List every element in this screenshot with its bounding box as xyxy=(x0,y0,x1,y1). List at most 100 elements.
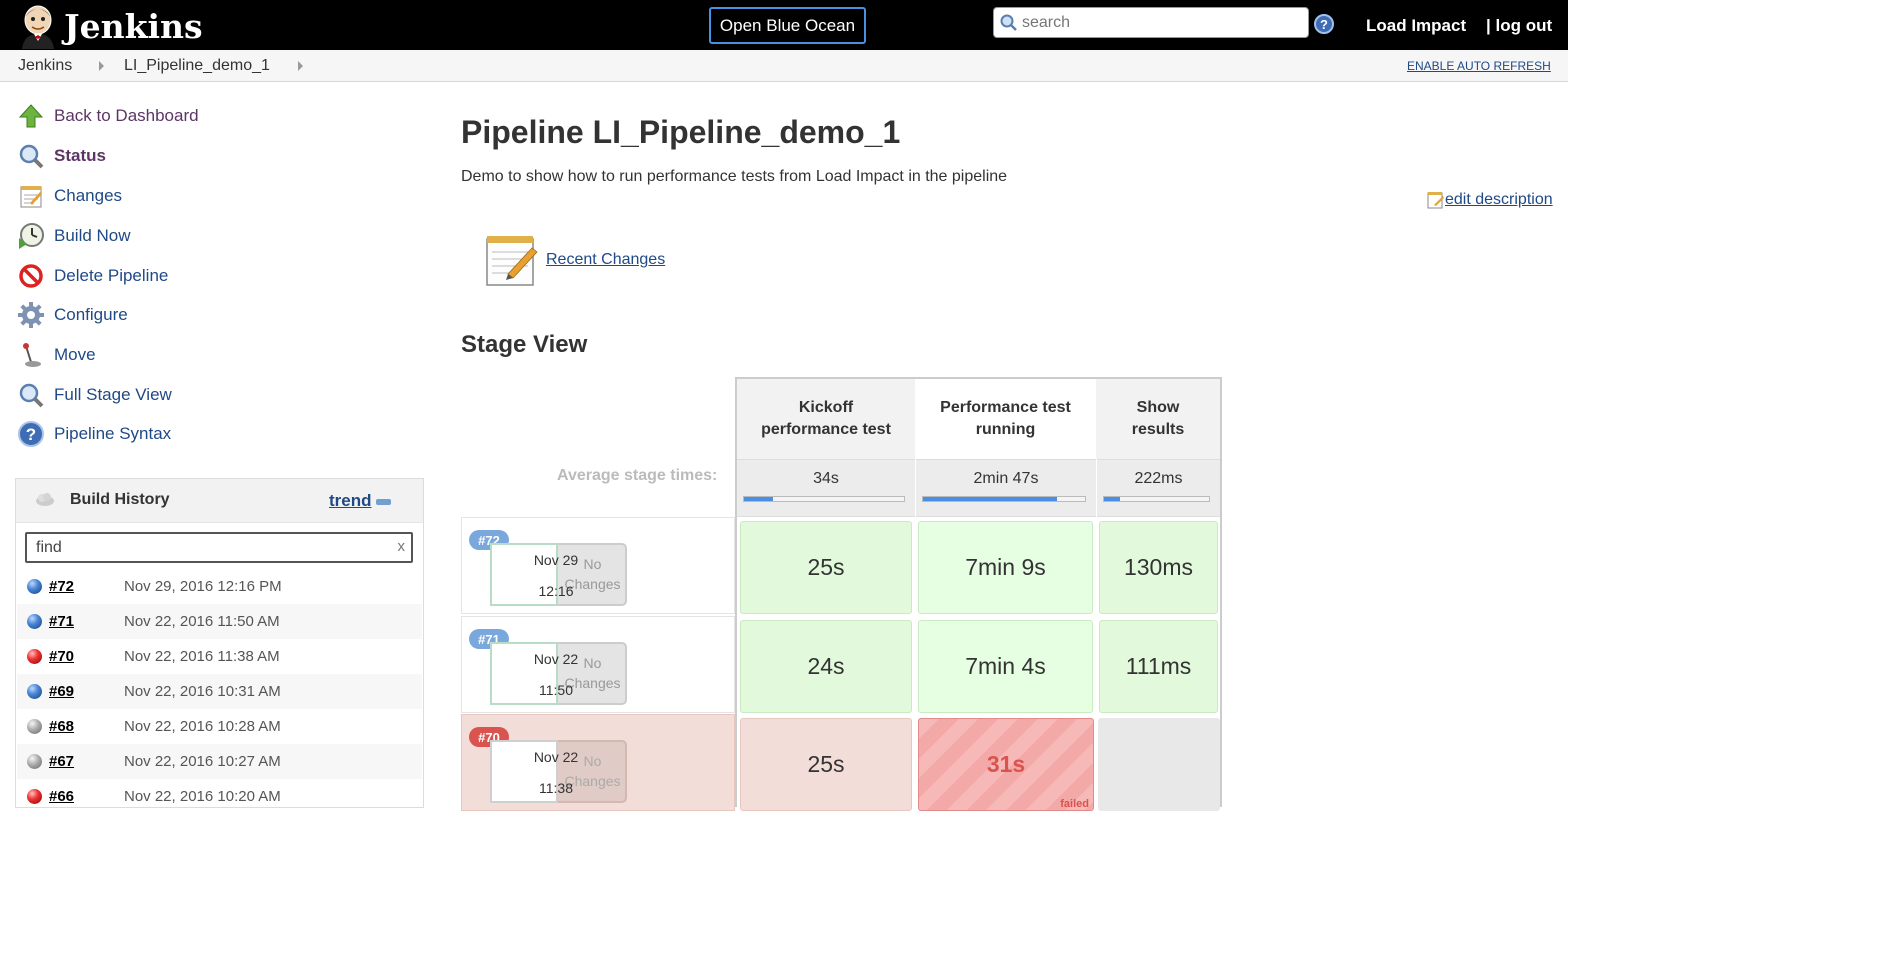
build-number-link[interactable]: #66 xyxy=(49,788,74,805)
build-date: Nov 22, 2016 10:20 AM xyxy=(124,788,281,805)
task-label[interactable]: Status xyxy=(54,146,106,166)
build-date-box: Nov 22 11:50 xyxy=(490,642,578,705)
trend-link[interactable]: trend xyxy=(329,491,372,511)
clear-find-icon[interactable]: x xyxy=(398,538,406,555)
build-date-box: Nov 29 12:16 xyxy=(490,543,578,606)
build-number-link[interactable]: #68 xyxy=(49,718,74,735)
failed-label: failed xyxy=(1060,798,1089,810)
task-configure[interactable]: Configure xyxy=(16,300,128,330)
build-history-row: #72 Nov 29, 2016 12:16 PM xyxy=(17,569,422,604)
task-label[interactable]: Build Now xyxy=(54,226,131,246)
page-title: Pipeline LI_Pipeline_demo_1 xyxy=(461,114,901,150)
build-date: Nov 22, 2016 11:38 AM xyxy=(124,648,280,665)
task-back-to-dashboard[interactable]: Back to Dashboard xyxy=(16,101,199,131)
task-label[interactable]: Configure xyxy=(54,305,128,325)
stage-cell-success[interactable]: 130ms xyxy=(1099,521,1218,614)
task-label[interactable]: Changes xyxy=(54,186,122,206)
stage-cell-time: 31s xyxy=(986,751,1026,777)
task-build-now[interactable]: Build Now xyxy=(16,221,131,251)
build-status-blue-icon[interactable] xyxy=(27,684,42,699)
stage-name-line1: Show xyxy=(1136,399,1180,416)
task-label[interactable]: Pipeline Syntax xyxy=(54,424,171,444)
stage-name-line2: results xyxy=(1131,421,1185,438)
find-placeholder: find xyxy=(36,538,62,556)
stage-cell-success[interactable]: 111ms xyxy=(1099,620,1218,713)
stage-header-kickoff: Kickoff performance test xyxy=(737,379,915,459)
search-box[interactable] xyxy=(993,7,1309,38)
task-label[interactable]: Full Stage View xyxy=(54,385,172,405)
task-move[interactable]: Move xyxy=(16,340,96,370)
breadcrumb-jenkins[interactable]: Jenkins xyxy=(18,57,72,75)
task-label[interactable]: Back to Dashboard xyxy=(54,106,199,126)
build-date: Nov 22, 2016 10:28 AM xyxy=(124,718,281,735)
task-label[interactable]: Move xyxy=(54,345,96,365)
avg-progress-bar xyxy=(743,496,905,502)
task-changes[interactable]: Changes xyxy=(16,181,122,211)
build-number-link[interactable]: #71 xyxy=(49,613,74,630)
edit-description-label[interactable]: edit description xyxy=(1445,191,1553,209)
clock-icon xyxy=(16,221,46,251)
build-date: Nov 22, 2016 11:50 AM xyxy=(124,613,280,630)
svg-text:?: ? xyxy=(26,425,36,444)
build-status-grey-icon[interactable] xyxy=(27,719,42,734)
avg-progress-fill xyxy=(1104,497,1120,501)
stage-name-line2: running xyxy=(975,421,1036,438)
help-icon[interactable]: ? xyxy=(1314,14,1334,34)
stage-view-title: Stage View xyxy=(461,331,588,358)
top-header: Jenkins Open Blue Ocean ? Load Impact | … xyxy=(0,0,1568,50)
breadcrumb: Jenkins LI_Pipeline_demo_1 ENABLE AUTO R… xyxy=(0,50,1568,82)
avg-progress-fill xyxy=(923,497,1058,501)
user-link[interactable]: Load Impact xyxy=(1366,16,1466,36)
task-delete-pipeline[interactable]: Delete Pipeline xyxy=(16,261,168,291)
build-history-row: #67 Nov 22, 2016 10:27 AM xyxy=(17,744,422,779)
stage-cell-success[interactable]: 25s xyxy=(740,521,912,614)
build-time: 11:38 xyxy=(539,780,573,796)
task-label[interactable]: Delete Pipeline xyxy=(54,266,168,286)
stage-build-row-70[interactable]: #70 Nov 22 11:38 No Changes xyxy=(461,714,735,811)
stage-cell-success[interactable]: 25s xyxy=(740,718,912,811)
breadcrumb-pipeline[interactable]: LI_Pipeline_demo_1 xyxy=(124,57,270,75)
task-status[interactable]: Status xyxy=(16,141,106,171)
build-number-link[interactable]: #67 xyxy=(49,753,74,770)
recent-changes-link[interactable]: Recent Changes xyxy=(484,232,665,288)
search-input[interactable] xyxy=(1022,13,1292,32)
avg-progress-fill xyxy=(744,497,773,501)
build-status-blue-icon[interactable] xyxy=(27,579,42,594)
build-status-red-icon[interactable] xyxy=(27,789,42,804)
build-history-row: #68 Nov 22, 2016 10:28 AM xyxy=(17,709,422,744)
open-blue-ocean-button[interactable]: Open Blue Ocean xyxy=(709,7,866,44)
logout-link[interactable]: | log out xyxy=(1486,16,1552,36)
build-number-link[interactable]: #70 xyxy=(49,648,74,665)
jenkins-butler-icon xyxy=(22,5,54,49)
breadcrumb-arrow-icon[interactable] xyxy=(99,61,104,71)
stage-cell-success[interactable]: 24s xyxy=(740,620,912,713)
build-number-link[interactable]: #72 xyxy=(49,578,74,595)
build-number-link[interactable]: #69 xyxy=(49,683,74,700)
enable-auto-refresh-link[interactable]: ENABLE AUTO REFRESH xyxy=(1407,59,1551,73)
breadcrumb-arrow-icon[interactable] xyxy=(298,61,303,71)
build-status-grey-icon[interactable] xyxy=(27,754,42,769)
stage-header-show-results: Show results xyxy=(1096,379,1220,459)
notepad-icon xyxy=(486,236,538,286)
avg-time: 222ms xyxy=(1134,470,1183,487)
build-status-blue-icon[interactable] xyxy=(27,614,42,629)
jenkins-logo[interactable]: Jenkins xyxy=(16,3,203,49)
build-history-find-input[interactable]: find x xyxy=(25,532,413,563)
task-pipeline-syntax[interactable]: ? Pipeline Syntax xyxy=(16,419,171,449)
build-date: Nov 29, 2016 12:16 PM xyxy=(124,578,282,595)
task-full-stage-view[interactable]: Full Stage View xyxy=(16,380,172,410)
edit-description-link[interactable]: edit description xyxy=(1427,191,1553,209)
pipeline-description: Demo to show how to run performance test… xyxy=(461,168,1008,185)
weather-cloud-icon xyxy=(36,493,54,506)
stage-cell-failed[interactable]: 31s failed xyxy=(918,718,1094,811)
stage-build-row-71[interactable]: #71 Nov 22 11:50 No Changes xyxy=(461,616,735,713)
recent-changes-label[interactable]: Recent Changes xyxy=(546,251,665,269)
stage-cell-success[interactable]: 7min 9s xyxy=(918,521,1093,614)
stage-build-row-72[interactable]: #72 Nov 29 12:16 No Changes xyxy=(461,517,735,614)
avg-time: 2min 47s xyxy=(973,470,1039,487)
stage-avg-kickoff: 34s xyxy=(737,459,915,517)
build-status-red-icon[interactable] xyxy=(27,649,42,664)
build-history-row: #70 Nov 22, 2016 11:38 AM xyxy=(17,639,422,674)
stage-cell-success[interactable]: 7min 4s xyxy=(918,620,1093,713)
collapse-icon[interactable] xyxy=(376,499,391,505)
